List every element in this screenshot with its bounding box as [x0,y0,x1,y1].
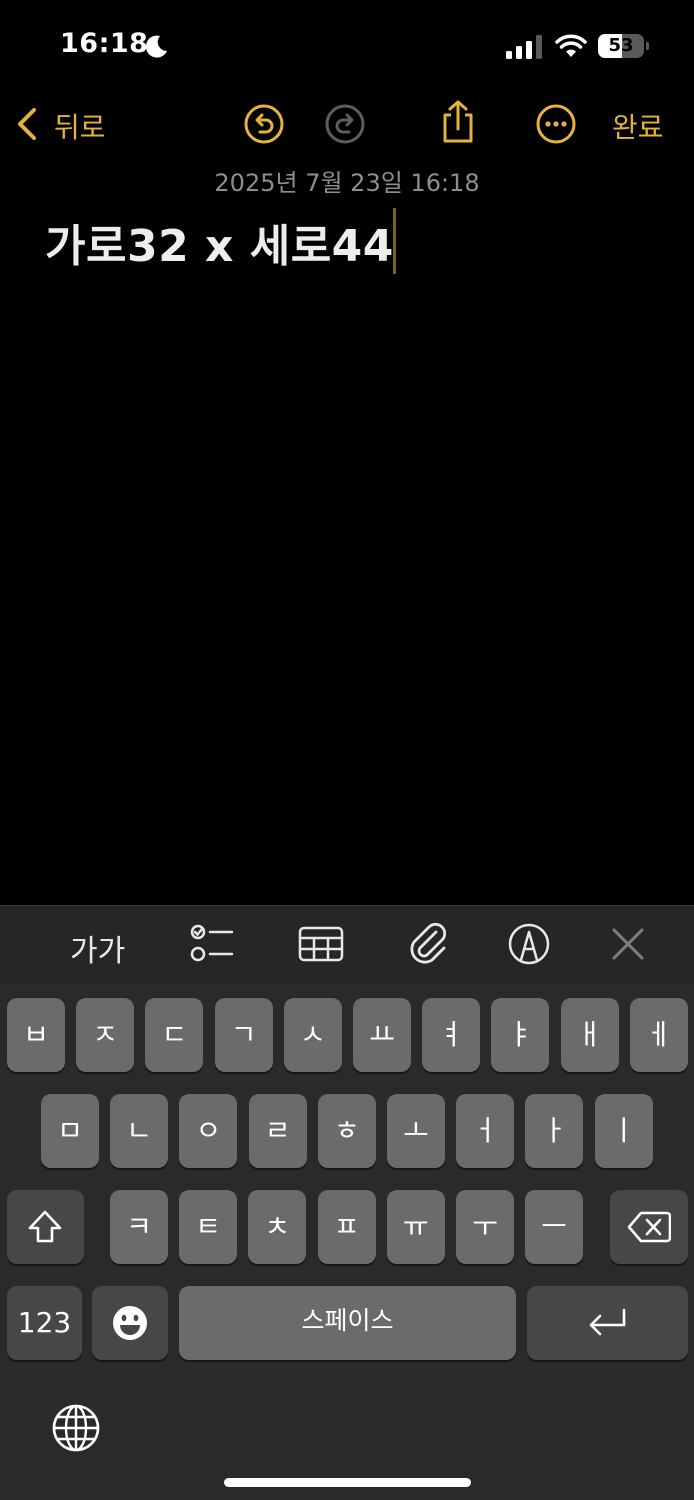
key-ㅔ[interactable]: ㅔ [629,998,688,1072]
space-key[interactable]: 스페이스 [179,1286,516,1360]
key-label: ㅏ [541,1114,568,1147]
key-label: ㅂ [23,1018,49,1051]
key-label: ㅐ [576,1018,603,1051]
key-label: ㅎ [333,1114,360,1147]
key-ㅌ[interactable]: ㅌ [179,1190,238,1264]
paperclip-icon[interactable] [404,918,452,966]
note-date: 2025년 7월 23일 16:18 [214,169,480,197]
key-label: ㅊ [264,1210,291,1243]
key-ㅗ[interactable]: ㅗ [387,1094,445,1168]
key-ㅣ[interactable]: ㅣ [594,1094,653,1168]
key-label: ㅛ [369,1018,395,1051]
note-body-text[interactable]: 가로32 x 세로44 [45,210,394,274]
return-key[interactable] [527,1286,688,1360]
more-icon[interactable] [535,103,577,145]
status-time: 16:18 [60,28,149,59]
signal-icon [506,35,542,59]
key-label: ㅋ [126,1210,152,1243]
markup-icon[interactable] [505,920,553,968]
key-label: ㅕ [438,1018,465,1051]
key-ㅂ[interactable]: ㅂ [7,998,65,1072]
key-label: ㅗ [403,1114,429,1147]
numbers-key[interactable]: 123 [7,1286,82,1360]
key-ㄹ[interactable]: ㄹ [248,1094,307,1168]
done-button[interactable]: 완료 [612,106,664,146]
key-ㅓ[interactable]: ㅓ [456,1094,515,1168]
key-ㄴ[interactable]: ㄴ [110,1094,169,1168]
numbers-key-label: 123 [17,1306,72,1339]
key-ㅕ[interactable]: ㅕ [422,998,481,1072]
key-label: ㅜ [472,1210,498,1243]
key-ㅑ[interactable]: ㅑ [491,998,550,1072]
space-key-label: 스페이스 [301,1306,394,1335]
key-label: ㅡ [541,1210,568,1243]
chevron-left-icon[interactable] [14,106,42,142]
key-ㅇ[interactable]: ㅇ [179,1094,238,1168]
key-ㄷ[interactable]: ㄷ [145,998,204,1072]
key-ㅜ[interactable]: ㅜ [456,1190,514,1264]
key-ㅛ[interactable]: ㅛ [353,998,411,1072]
key-ㅈ[interactable]: ㅈ [76,998,135,1072]
close-icon[interactable] [604,920,652,968]
wifi-icon [555,34,587,57]
backspace-key[interactable] [610,1190,688,1264]
globe-icon[interactable] [51,1403,101,1453]
share-icon[interactable] [437,99,479,145]
key-ㅐ[interactable]: ㅐ [560,998,619,1072]
redo-icon[interactable] [324,103,366,145]
key-label: ㄷ [161,1018,188,1051]
key-label: ㅇ [195,1114,222,1147]
battery-level-text: 53 [608,35,634,56]
undo-icon[interactable] [243,103,285,145]
back-button[interactable]: 뒤로 [54,106,106,146]
text-caret [393,208,396,274]
key-label: ㅁ [57,1114,83,1147]
key-ㅡ[interactable]: ㅡ [525,1190,584,1264]
text-style-button[interactable]: 가가 [70,926,125,970]
checklist-icon[interactable] [188,920,236,968]
key-ㅍ[interactable]: ㅍ [317,1190,376,1264]
key-label: ㅔ [645,1018,672,1051]
key-ㅎ[interactable]: ㅎ [317,1094,376,1168]
key-ㅋ[interactable]: ㅋ [110,1190,168,1264]
key-label: ㅑ [507,1018,534,1051]
key-ㄱ[interactable]: ㄱ [214,998,273,1072]
key-label: ㅍ [333,1210,360,1243]
emoji-key[interactable] [92,1286,168,1360]
battery-icon: 53 [598,34,650,60]
key-ㅁ[interactable]: ㅁ [41,1094,99,1168]
backspace-icon [627,1211,671,1243]
shift-key[interactable] [7,1190,84,1264]
table-icon[interactable] [297,920,345,968]
key-ㅏ[interactable]: ㅏ [525,1094,584,1168]
key-label: ㄴ [126,1114,153,1147]
keyboard: ㅂ ㅈ ㄷ ㄱ ㅅ ㅛ ㅕ ㅑ ㅐ ㅔ ㅁ ㄴ ㅇ ㄹ ㅎ ㅗ ㅓ ㅏ ㅣ ㅋ ㅌ ㅊ ㅍ ㅠ ㅜ ㅡ 123 스페이스 [0,983,694,1500]
emoji-icon [113,1306,147,1340]
return-icon [589,1308,626,1336]
key-ㅅ[interactable]: ㅅ [283,998,342,1072]
shift-icon [28,1210,62,1243]
home-indicator [224,1478,471,1487]
key-ㅊ[interactable]: ㅊ [248,1190,307,1264]
key-label: ㅠ [402,1210,429,1243]
key-ㅠ[interactable]: ㅠ [386,1190,445,1264]
key-label: ㅌ [195,1210,222,1243]
key-label: ㄱ [230,1018,257,1051]
moon-icon [145,35,167,58]
key-label: ㄹ [264,1114,291,1147]
key-label: ㅣ [610,1114,637,1147]
key-label: ㅅ [299,1018,326,1051]
key-label: ㅓ [472,1114,499,1147]
key-label: ㅈ [92,1018,119,1051]
